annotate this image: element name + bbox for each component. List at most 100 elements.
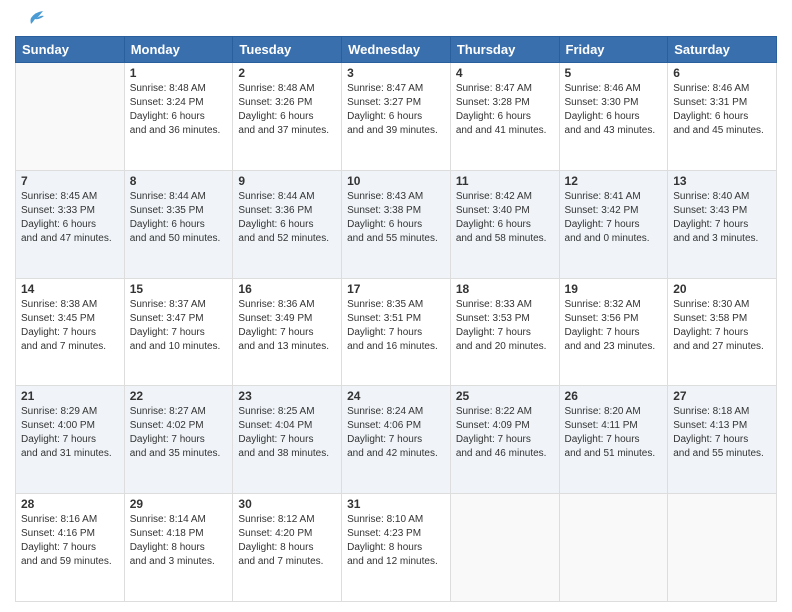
daylight-label: Daylight: 7 hours (21, 541, 119, 555)
daylight-label: Daylight: 7 hours (565, 433, 663, 447)
daylight-minutes: and and 37 minutes. (238, 124, 336, 138)
sunrise-text: Sunrise: 8:42 AM (456, 190, 554, 204)
calendar-week-row: 7Sunrise: 8:45 AMSunset: 3:33 PMDaylight… (16, 170, 777, 278)
calendar-cell: 9Sunrise: 8:44 AMSunset: 3:36 PMDaylight… (233, 170, 342, 278)
sunset-text: Sunset: 3:51 PM (347, 312, 445, 326)
daylight-label: Daylight: 7 hours (130, 326, 228, 340)
calendar-cell: 21Sunrise: 8:29 AMSunset: 4:00 PMDayligh… (16, 386, 125, 494)
calendar-cell: 16Sunrise: 8:36 AMSunset: 3:49 PMDayligh… (233, 278, 342, 386)
daylight-label: Daylight: 8 hours (238, 541, 336, 555)
daylight-label: Daylight: 6 hours (456, 110, 554, 124)
sunset-text: Sunset: 3:30 PM (565, 96, 663, 110)
day-number: 5 (565, 66, 663, 80)
daylight-minutes: and and 20 minutes. (456, 340, 554, 354)
day-number: 1 (130, 66, 228, 80)
daylight-label: Daylight: 8 hours (130, 541, 228, 555)
calendar-cell: 28 Sunrise: 8:16 AMSunset: 4:16 PMDayligh… (16, 494, 125, 602)
daylight-label: Daylight: 7 hours (565, 326, 663, 340)
day-number: 25 (456, 389, 554, 403)
calendar-cell: 30 Sunrise: 8:12 AMSunset: 4:20 PMDayligh… (233, 494, 342, 602)
calendar-cell: 1Sunrise: 8:48 AMSunset: 3:24 PMDaylight… (124, 63, 233, 171)
sunset-text: Sunset: 4:02 PM (130, 419, 228, 433)
daylight-minutes: and and 39 minutes. (347, 124, 445, 138)
calendar-week-row: 21Sunrise: 8:29 AMSunset: 4:00 PMDayligh… (16, 386, 777, 494)
sunrise-text: Sunrise: 8:20 AM (565, 405, 663, 419)
daylight-label: Daylight: 6 hours (347, 218, 445, 232)
logo-text-block (15, 10, 45, 28)
sunrise-text: Sunrise: 8:14 AM (130, 513, 228, 527)
weekday-header: Thursday (450, 37, 559, 63)
sunrise-text: Sunrise: 8:12 AM (238, 513, 336, 527)
daylight-minutes: and and 3 minutes. (673, 232, 771, 246)
sunrise-text: Sunrise: 8:47 AM (456, 82, 554, 96)
daylight-label: Daylight: 7 hours (238, 433, 336, 447)
day-number: 20 (673, 282, 771, 296)
sunrise-text: Sunrise: 8:16 AM (21, 513, 119, 527)
daylight-label: Daylight: 6 hours (673, 110, 771, 124)
calendar-cell: 4Sunrise: 8:47 AMSunset: 3:28 PMDaylight… (450, 63, 559, 171)
daylight-label: Daylight: 6 hours (238, 110, 336, 124)
day-number: 11 (456, 174, 554, 188)
sunset-text: Sunset: 3:36 PM (238, 204, 336, 218)
weekday-header: Monday (124, 37, 233, 63)
sunset-text: Sunset: 3:27 PM (347, 96, 445, 110)
sunset-text: Sunset: 4:16 PM (21, 527, 119, 541)
daylight-minutes: and and 23 minutes. (565, 340, 663, 354)
daylight-label: Daylight: 7 hours (21, 326, 119, 340)
daylight-minutes: and and 51 minutes. (565, 447, 663, 461)
daylight-minutes: and and 50 minutes. (130, 232, 228, 246)
sunrise-text: Sunrise: 8:18 AM (673, 405, 771, 419)
calendar-cell (559, 494, 668, 602)
daylight-label: Daylight: 6 hours (238, 218, 336, 232)
daylight-label: Daylight: 7 hours (673, 433, 771, 447)
calendar-week-row: 14Sunrise: 8:38 AMSunset: 3:45 PMDayligh… (16, 278, 777, 386)
sunrise-text: Sunrise: 8:22 AM (456, 405, 554, 419)
day-number: 28 (21, 497, 119, 511)
day-number: 13 (673, 174, 771, 188)
daylight-minutes: and and 59 minutes. (21, 555, 119, 569)
daylight-label: Daylight: 7 hours (238, 326, 336, 340)
daylight-label: Daylight: 8 hours (347, 541, 445, 555)
sunset-text: Sunset: 4:20 PM (238, 527, 336, 541)
calendar-cell: 14Sunrise: 8:38 AMSunset: 3:45 PMDayligh… (16, 278, 125, 386)
daylight-label: Daylight: 7 hours (565, 218, 663, 232)
sunset-text: Sunset: 3:49 PM (238, 312, 336, 326)
day-number: 21 (21, 389, 119, 403)
calendar-cell: 5Sunrise: 8:46 AMSunset: 3:30 PMDaylight… (559, 63, 668, 171)
daylight-label: Daylight: 6 hours (347, 110, 445, 124)
daylight-label: Daylight: 6 hours (456, 218, 554, 232)
sunrise-text: Sunrise: 8:46 AM (673, 82, 771, 96)
calendar-cell: 25Sunrise: 8:22 AMSunset: 4:09 PMDayligh… (450, 386, 559, 494)
day-number: 30 (238, 497, 336, 511)
sunset-text: Sunset: 3:47 PM (130, 312, 228, 326)
sunset-text: Sunset: 4:18 PM (130, 527, 228, 541)
calendar-cell: 11Sunrise: 8:42 AMSunset: 3:40 PMDayligh… (450, 170, 559, 278)
day-number: 6 (673, 66, 771, 80)
calendar-cell: 2Sunrise: 8:48 AMSunset: 3:26 PMDaylight… (233, 63, 342, 171)
calendar-cell: 17Sunrise: 8:35 AMSunset: 3:51 PMDayligh… (342, 278, 451, 386)
calendar-cell: 24Sunrise: 8:24 AMSunset: 4:06 PMDayligh… (342, 386, 451, 494)
day-number: 2 (238, 66, 336, 80)
sunset-text: Sunset: 4:23 PM (347, 527, 445, 541)
weekday-header: Wednesday (342, 37, 451, 63)
day-number: 7 (21, 174, 119, 188)
daylight-minutes: and and 7 minutes. (21, 340, 119, 354)
daylight-minutes: and and 7 minutes. (238, 555, 336, 569)
daylight-minutes: and and 52 minutes. (238, 232, 336, 246)
calendar-cell: 7Sunrise: 8:45 AMSunset: 3:33 PMDaylight… (16, 170, 125, 278)
page: SundayMondayTuesdayWednesdayThursdayFrid… (0, 0, 792, 612)
calendar-cell (450, 494, 559, 602)
daylight-label: Daylight: 6 hours (130, 110, 228, 124)
day-number: 4 (456, 66, 554, 80)
calendar-cell (668, 494, 777, 602)
day-number: 22 (130, 389, 228, 403)
daylight-minutes: and and 46 minutes. (456, 447, 554, 461)
day-number: 12 (565, 174, 663, 188)
daylight-minutes: and and 55 minutes. (347, 232, 445, 246)
calendar-table: SundayMondayTuesdayWednesdayThursdayFrid… (15, 36, 777, 602)
daylight-minutes: and and 16 minutes. (347, 340, 445, 354)
header (15, 10, 777, 28)
day-number: 27 (673, 389, 771, 403)
daylight-label: Daylight: 6 hours (130, 218, 228, 232)
day-number: 18 (456, 282, 554, 296)
